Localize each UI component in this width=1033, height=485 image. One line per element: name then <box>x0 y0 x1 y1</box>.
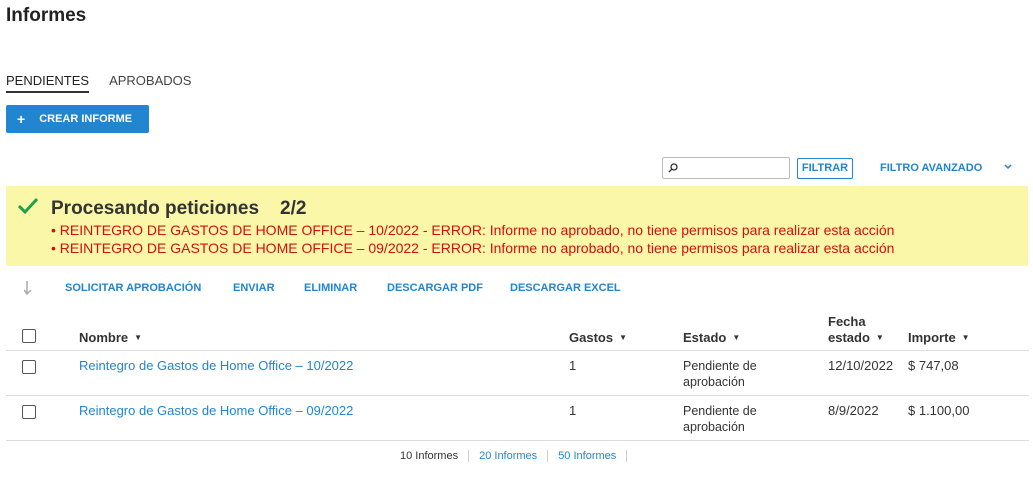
request-approval-button[interactable]: SOLICITAR APROBACIÓN <box>65 282 201 294</box>
column-header-expenses[interactable]: Gastos ▼ <box>569 330 627 345</box>
caret-down-icon: ▼ <box>134 333 143 342</box>
tab-pendientes[interactable]: PENDIENTES <box>6 73 90 93</box>
page-title: Informes <box>6 5 87 26</box>
create-report-button[interactable]: + CREAR INFORME <box>6 105 149 133</box>
row-checkbox[interactable] <box>22 405 36 419</box>
column-header-status-date[interactable]: Fecha estado ▼ <box>828 314 884 346</box>
download-pdf-button[interactable]: DESCARGAR PDF <box>387 282 483 294</box>
row-checkbox[interactable] <box>22 360 36 374</box>
amount: $ 1.100,00 <box>908 403 970 418</box>
caret-down-icon: ▼ <box>619 333 627 342</box>
create-report-label: CREAR INFORME <box>39 113 133 125</box>
caret-down-icon: ▼ <box>961 333 970 342</box>
page-size-selector: 10 Informes 20 Informes 50 Informes <box>400 450 628 462</box>
caret-down-icon: ▼ <box>732 333 741 342</box>
column-label: Nombre <box>79 330 129 345</box>
column-label: Estado <box>683 330 727 345</box>
status-date: 12/10/2022 <box>828 358 894 373</box>
amount: $ 747,08 <box>908 358 959 373</box>
select-all-checkbox[interactable] <box>22 329 36 343</box>
column-header-amount[interactable]: Importe ▼ <box>908 330 970 345</box>
banner-error: • REINTEGRO DE GASTOS DE HOME OFFICE – 1… <box>51 222 895 238</box>
filter-button[interactable]: FILTRAR <box>797 158 853 179</box>
download-excel-button[interactable]: DESCARGAR EXCEL <box>510 282 621 294</box>
send-button[interactable]: ENVIAR <box>233 282 275 294</box>
page-size-option[interactable]: 20 Informes <box>469 450 549 462</box>
tab-aprobados[interactable]: APROBADOS <box>109 73 191 93</box>
check-icon <box>17 197 39 215</box>
delete-button[interactable]: ELIMINAR <box>304 282 357 294</box>
column-header-status[interactable]: Estado ▼ <box>683 330 740 345</box>
advanced-filter-link[interactable]: FILTRO AVANZADO <box>880 162 982 174</box>
banner-title: Procesando peticiones <box>51 198 260 219</box>
column-header-name[interactable]: Nombre ▼ <box>79 330 142 345</box>
status-text: Pendiente de aprobación <box>683 404 757 434</box>
processing-banner: Procesando peticiones 2/2 • REINTEGRO DE… <box>6 186 1028 266</box>
report-name-link[interactable]: Reintegro de Gastos de Home Office – 09/… <box>79 403 353 418</box>
tabs: PENDIENTES APROBADOS <box>6 73 191 93</box>
column-label: Importe <box>908 330 956 345</box>
chevron-down-icon[interactable] <box>1004 161 1012 173</box>
page-size-option[interactable]: 50 Informes <box>548 450 628 462</box>
search-input[interactable] <box>681 159 786 177</box>
divider <box>6 440 1029 441</box>
caret-down-icon: ▼ <box>875 333 884 342</box>
divider <box>6 395 1029 396</box>
status-date: 8/9/2022 <box>828 403 879 418</box>
banner-error: • REINTEGRO DE GASTOS DE HOME OFFICE – 0… <box>51 240 895 256</box>
report-name-link[interactable]: Reintegro de Gastos de Home Office – 10/… <box>79 358 353 373</box>
search-box[interactable] <box>662 157 790 179</box>
search-icon <box>668 163 678 173</box>
banner-count: 2/2 <box>280 198 307 219</box>
divider <box>6 350 1029 351</box>
column-label: Fecha <box>828 314 866 329</box>
sort-arrow-icon[interactable] <box>24 280 36 296</box>
column-label: estado <box>828 330 870 345</box>
status-text: Pendiente de aprobación <box>683 359 757 389</box>
page-size-option-selected[interactable]: 10 Informes <box>400 450 470 462</box>
expenses-count: 1 <box>569 403 577 418</box>
expenses-count: 1 <box>569 358 577 373</box>
plus-icon: + <box>17 111 26 127</box>
column-label: Gastos <box>569 330 614 345</box>
